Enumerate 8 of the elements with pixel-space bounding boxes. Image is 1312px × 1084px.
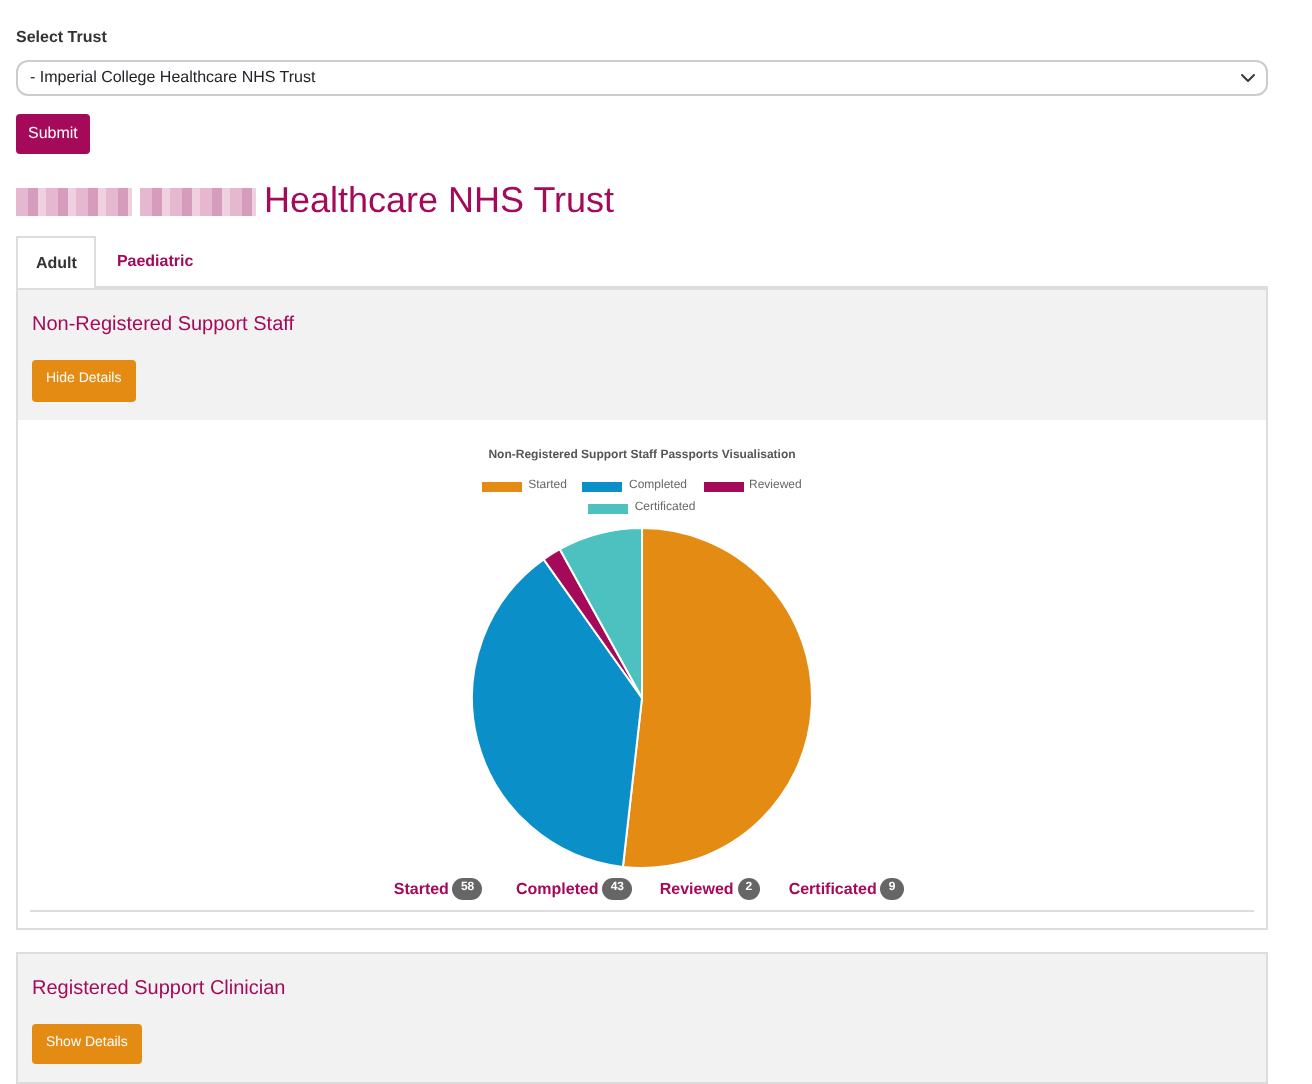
field-label: Select Trust <box>16 26 107 50</box>
panel-title: Non-Registered Support Staff <box>32 312 297 340</box>
trust-select[interactable]: - Imperial College Healthcare NHS Trust <box>16 60 1268 96</box>
tab[interactable]: Paediatric <box>96 236 214 286</box>
page-heading: Healthcare NHS Trust <box>264 178 615 224</box>
tab[interactable]: Adult <box>16 236 97 288</box>
submit-button[interactable]: Submit <box>16 114 90 154</box>
panel-title: Registered Support Clinician <box>32 975 288 1003</box>
